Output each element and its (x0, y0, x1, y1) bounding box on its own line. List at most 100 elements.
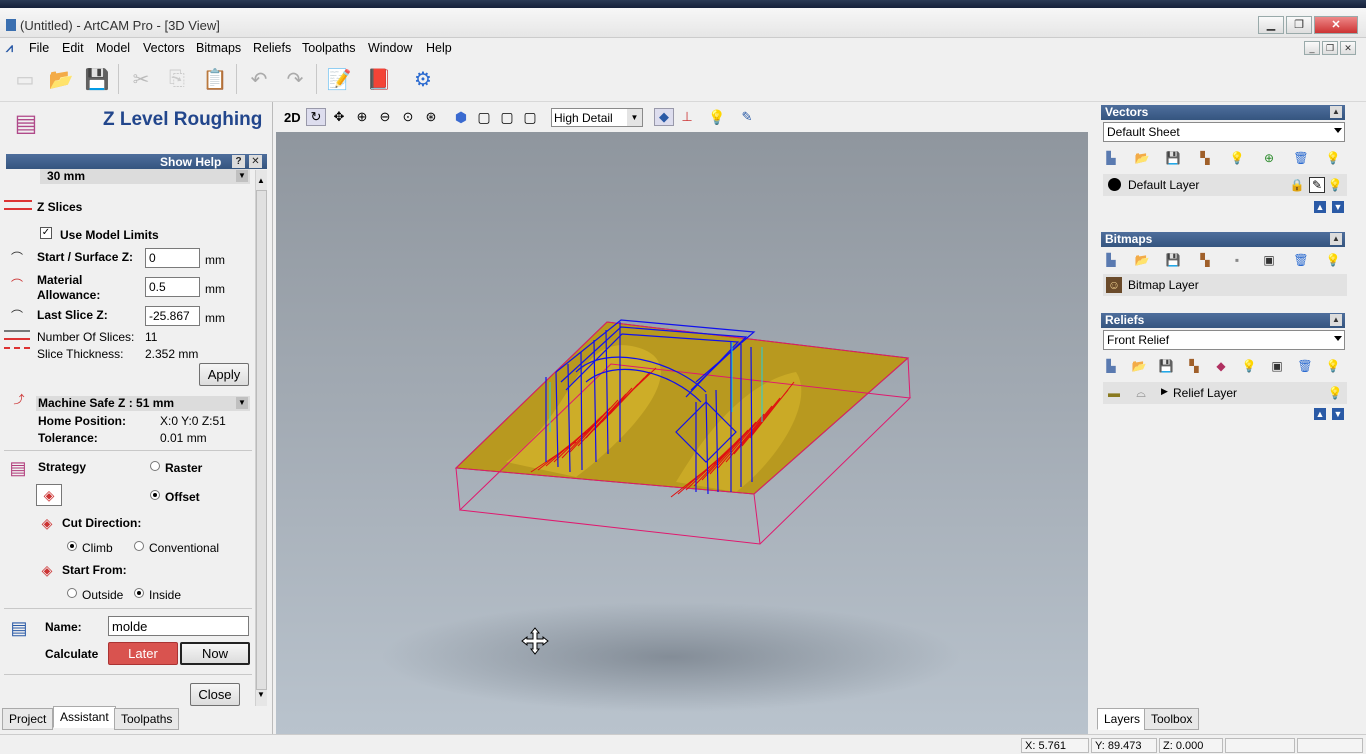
relief-expand-icon[interactable]: ▶ (1161, 386, 1168, 397)
top-view-icon[interactable]: ▢ (521, 108, 539, 126)
3d-viewport[interactable] (276, 132, 1088, 734)
material-allowance-input[interactable]: 0.5 (145, 277, 200, 297)
tab-assistant[interactable]: Assistant (53, 706, 116, 728)
use-model-limits-checkbox[interactable]: ✓ (40, 227, 52, 239)
shaded-view-icon[interactable]: ◆ (654, 108, 674, 126)
bitmap-layer-row[interactable]: ☺ Bitmap Layer (1103, 274, 1347, 296)
relief-merge-icon[interactable]: ◆ (1213, 358, 1229, 374)
copy-icon[interactable]: ⎘ (164, 66, 190, 92)
front-view-icon[interactable]: ▢ (475, 108, 493, 126)
relief-layer-row[interactable]: ▬ ⌓ ▶ Relief Layer 💡 (1103, 382, 1347, 404)
pan-icon[interactable]: ✥ (330, 108, 348, 126)
last-slice-input[interactable]: -25.867 (145, 306, 200, 326)
start-surface-input[interactable]: 0 (145, 248, 200, 268)
vectors-pin-icon[interactable]: ▲ (1330, 106, 1342, 118)
menu-file[interactable]: File (29, 41, 49, 55)
save-bitmap-icon[interactable]: 💾 (1165, 252, 1181, 268)
paste-bitmap-icon[interactable]: ▚ (1197, 252, 1213, 268)
menu-edit[interactable]: Edit (62, 41, 84, 55)
relief-delete-icon[interactable]: 🗑 (1297, 358, 1313, 374)
tab-project[interactable]: Project (2, 708, 54, 730)
new-relief-layer-icon[interactable]: ▙ (1103, 358, 1119, 374)
save-vector-icon[interactable]: 💾 (1165, 150, 1181, 166)
help-button[interactable]: ? (232, 155, 245, 168)
paste-vector-icon[interactable]: ▚ (1197, 150, 1213, 166)
conventional-radio[interactable] (134, 541, 144, 551)
relief-select[interactable]: Front Relief (1103, 330, 1345, 350)
menu-bitmaps[interactable]: Bitmaps (196, 41, 241, 55)
bitmaps-pin-icon[interactable]: ▲ (1330, 233, 1342, 245)
redo-icon[interactable]: ↷ (282, 66, 308, 92)
close-panel-button[interactable]: ✕ (249, 155, 262, 168)
mdi-restore-button[interactable]: ❐ (1322, 41, 1338, 55)
new-file-icon[interactable]: ▭ (12, 66, 38, 92)
close-button[interactable]: ✕ (1314, 16, 1358, 34)
relief-image-icon[interactable]: ▣ (1269, 358, 1285, 374)
open-vector-icon[interactable]: 📂 (1134, 150, 1150, 166)
menu-vectors[interactable]: Vectors (143, 41, 185, 55)
vectors-sheet-select[interactable]: Default Sheet (1103, 122, 1345, 142)
cut-icon[interactable]: ✂ (128, 66, 154, 92)
bitmap-gray-icon[interactable]: ▪ (1229, 252, 1245, 268)
safe-z-chevron-icon[interactable]: ▼ (236, 397, 248, 409)
outside-radio[interactable] (67, 588, 77, 598)
vector-merge-icon[interactable]: ⊕ (1261, 150, 1277, 166)
vector-visibility-icon[interactable]: 💡 (1325, 150, 1341, 166)
vector-bulb-icon[interactable]: 💡 (1229, 150, 1245, 166)
layer-lock-icon[interactable]: 🔒 (1289, 177, 1305, 193)
mdi-minimize-button[interactable]: _ (1304, 41, 1320, 55)
zoom-fit-icon[interactable]: ⊛ (422, 108, 440, 126)
offset-radio[interactable] (150, 490, 160, 500)
2d-view-button[interactable]: 2D (284, 110, 301, 125)
open-bitmap-icon[interactable]: 📂 (1134, 252, 1150, 268)
apply-button[interactable]: Apply (199, 363, 249, 386)
relief-visibility-icon[interactable]: 💡 (1325, 358, 1341, 374)
axes-icon[interactable]: ⊥ (678, 108, 696, 126)
relief-bulb-icon[interactable]: 💡 (1241, 358, 1257, 374)
menu-reliefs[interactable]: Reliefs (253, 41, 291, 55)
vector-delete-icon[interactable]: 🗑 (1293, 150, 1309, 166)
tab-toolpaths[interactable]: Toolpaths (114, 708, 180, 730)
layer-up-icon[interactable]: ▲ (1314, 201, 1326, 213)
undo-icon[interactable]: ↶ (246, 66, 272, 92)
menu-model[interactable]: Model (96, 41, 130, 55)
tab-toolbox[interactable]: Toolbox (1144, 708, 1200, 730)
now-button[interactable]: Now (180, 642, 250, 665)
raster-radio[interactable] (150, 461, 160, 471)
rotate-icon[interactable]: ↻ (306, 108, 326, 126)
save-relief-icon[interactable]: 💾 (1158, 358, 1174, 374)
menu-window[interactable]: Window (368, 41, 412, 55)
side-view-icon[interactable]: ▢ (498, 108, 516, 126)
iso-view-icon[interactable]: ⬢ (452, 108, 470, 126)
paste-icon[interactable]: 📋 (202, 66, 228, 92)
bitmap-image-icon[interactable]: ▣ (1261, 252, 1277, 268)
zoom-in-icon[interactable]: ⊕ (353, 108, 371, 126)
light-bulb-icon[interactable]: 💡 (708, 108, 726, 126)
book-icon[interactable]: 📕 (366, 66, 392, 92)
menu-toolpaths[interactable]: Toolpaths (302, 41, 356, 55)
material-icon[interactable]: ✎ (738, 108, 756, 126)
bitmap-delete-icon[interactable]: 🗑 (1293, 252, 1309, 268)
tab-layers[interactable]: Layers (1097, 708, 1148, 730)
relief-down-icon[interactable]: ▼ (1332, 408, 1344, 420)
open-folder-icon[interactable]: 📂 (48, 66, 74, 92)
mdi-close-button[interactable]: ✕ (1340, 41, 1356, 55)
menu-help[interactable]: Help (426, 41, 452, 55)
layer-color-icon[interactable] (1108, 178, 1121, 191)
detail-select[interactable]: High Detail ▼ (551, 108, 643, 127)
vectors-chevron-icon[interactable] (1334, 128, 1342, 133)
open-relief-icon[interactable]: 📂 (1131, 358, 1147, 374)
chevron-down-icon[interactable]: ▼ (236, 170, 248, 182)
wizard-icon[interactable]: ⚙ (410, 66, 436, 92)
minimize-button[interactable]: ▁ (1258, 16, 1284, 34)
later-button[interactable]: Later (108, 642, 178, 665)
relief-layer-visible-icon[interactable]: 💡 (1327, 385, 1343, 401)
relief-chevron-icon[interactable] (1334, 336, 1342, 341)
layer-edit-icon[interactable]: ✎ (1309, 177, 1325, 193)
inside-radio[interactable] (134, 588, 144, 598)
zoom-out-icon[interactable]: ⊖ (376, 108, 394, 126)
reliefs-pin-icon[interactable]: ▲ (1330, 314, 1342, 326)
layer-down-icon[interactable]: ▼ (1332, 201, 1344, 213)
paste-relief-icon[interactable]: ▚ (1186, 358, 1202, 374)
safe-z-dropdown[interactable]: Machine Safe Z : 51 mm ▼ (36, 396, 250, 411)
